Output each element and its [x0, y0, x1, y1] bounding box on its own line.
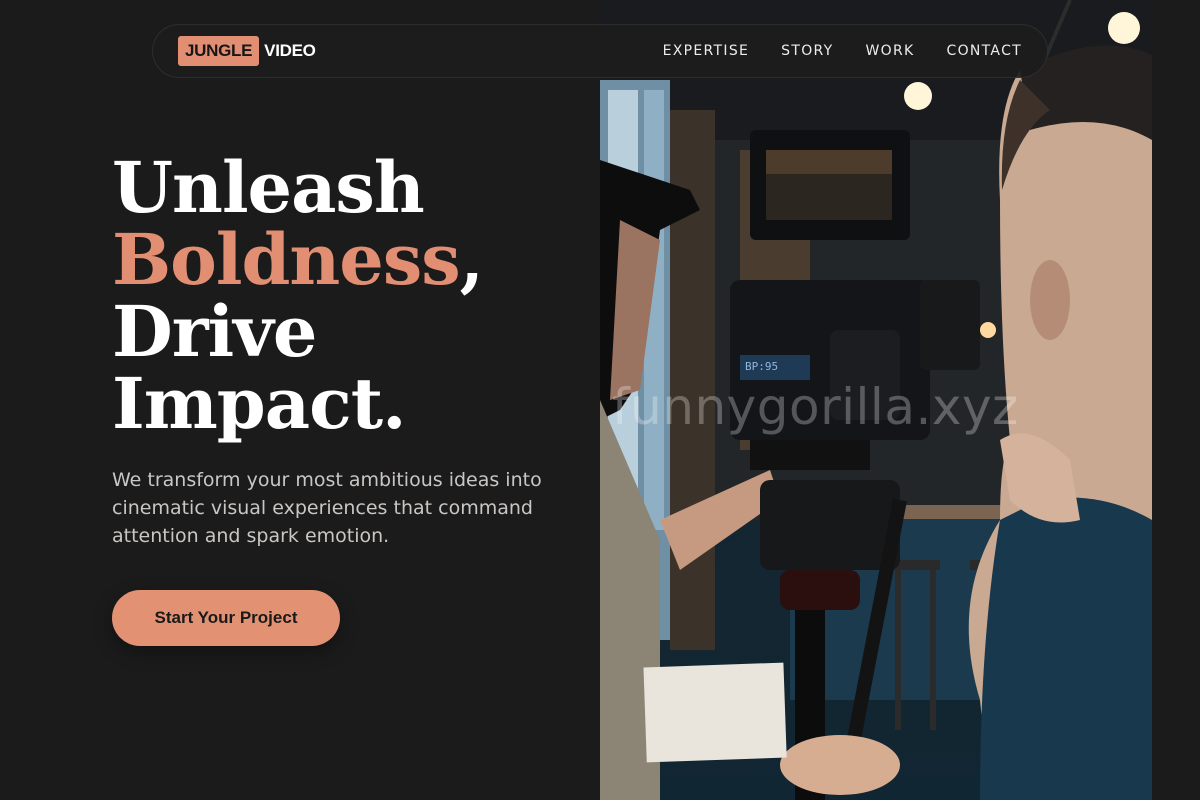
nav-links: EXPERTISE STORY WORK CONTACT: [631, 25, 1022, 77]
headline-comma: ,: [459, 218, 484, 301]
nav-link-expertise[interactable]: EXPERTISE: [663, 43, 750, 59]
nav-link-work[interactable]: WORK: [866, 43, 915, 59]
headline-accent-word: Boldness: [112, 218, 461, 301]
logo-text: VIDEO: [264, 41, 316, 60]
hero-headline: Unleash Boldness, Drive Impact.: [112, 146, 484, 445]
hero-subtext: We transform your most ambitious ideas i…: [112, 469, 542, 547]
headline-line-3: Drive: [112, 290, 317, 373]
start-project-button[interactable]: Start Your Project: [112, 590, 340, 646]
headline-line-4: Impact.: [112, 362, 406, 445]
headline-line-1: Unleash: [112, 146, 425, 229]
nav-link-contact[interactable]: CONTACT: [947, 43, 1023, 59]
brand-logo[interactable]: JUNGLE VIDEO: [178, 36, 316, 66]
right-edge-strip: [1152, 0, 1200, 800]
photo-watermark: funnygorilla.xyz: [612, 378, 1019, 436]
camera-monitor-readout: BP:95: [745, 360, 779, 373]
hero-image: funnygorilla.xyz BP:95: [600, 0, 1152, 800]
headline-line-2: Boldness,: [112, 224, 484, 296]
nav-link-story[interactable]: STORY: [781, 43, 833, 59]
top-navigation-bar: JUNGLE VIDEO EXPERTISE STORY WORK CONTAC…: [152, 24, 1048, 78]
logo-box-text: JUNGLE: [178, 36, 260, 66]
